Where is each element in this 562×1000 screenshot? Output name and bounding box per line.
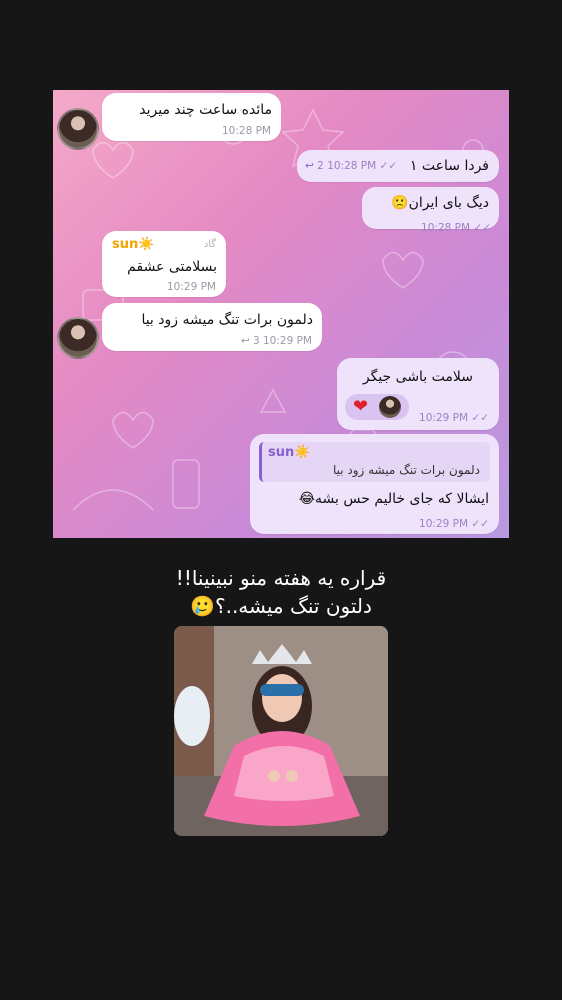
read-check-icon: ✓✓ (471, 412, 489, 424)
message-time: 10:29 PM (419, 412, 469, 424)
message-time: 10:28 PM (327, 160, 377, 172)
message-bubble[interactable]: sun☀️ گاد بسلامتی عشقم 10:29 PM (102, 231, 226, 297)
message-time: 10:28 PM (222, 125, 271, 137)
message-bubble[interactable]: فردا ساعت ۱ ↩ 2 10:28 PM ✓✓ (297, 150, 499, 182)
reply-arrow-icon: ↩ (305, 160, 314, 172)
photo-illustration (174, 626, 388, 836)
message-text: فردا ساعت ۱ (409, 158, 489, 174)
contact-avatar[interactable] (57, 317, 99, 359)
reactor-avatar (379, 396, 401, 418)
message-text: سلامت باشی جیگر (362, 369, 473, 385)
sender-name: sun☀️ (112, 237, 155, 252)
message-time: 10:28 PM (421, 222, 471, 234)
message-time: 10:29 PM (419, 518, 469, 530)
message-bubble[interactable]: سلامت باشی جیگر ❤ 10:29 PM ✓✓ (337, 358, 499, 430)
story-caption-line1: قراره یه هفته منو نبینینا!! (175, 566, 387, 590)
read-check-icon: ✓✓ (379, 160, 398, 172)
message-bubble[interactable]: مائده ساعت چند میرید 10:28 PM (102, 93, 281, 141)
message-meta: ↩ 3 10:29 PM (241, 335, 312, 347)
chat-screenshot: مائده ساعت چند میرید 10:28 PM فردا ساعت … (53, 90, 509, 538)
reaction-chip[interactable]: ❤ (345, 394, 409, 420)
quoted-sender-name: sun☀️ (268, 445, 311, 460)
message-meta: ↩ 2 10:28 PM ✓✓ (305, 160, 397, 172)
message-text: دلمون برات تنگ میشه زود بیا (141, 312, 313, 328)
message-bubble[interactable]: دلمون برات تنگ میشه زود بیا ↩ 3 10:29 PM (102, 303, 322, 351)
read-check-icon: ✓✓ (471, 518, 489, 530)
message-text: دیگ بای ایران🙁 (391, 195, 489, 211)
quoted-text: دلمون برات تنگ میشه زود بیا (332, 463, 480, 477)
message-text: مائده ساعت چند میرید (139, 102, 272, 118)
message-meta: 10:29 PM ✓✓ (419, 518, 489, 530)
read-check-icon: ✓✓ (473, 222, 491, 234)
quoted-reply[interactable]: sun☀️ دلمون برات تنگ میشه زود بیا (259, 442, 490, 482)
message-text: ایشالا که جای خالیم حس بشه😂 (298, 491, 489, 507)
contact-avatar[interactable] (57, 108, 99, 150)
reply-count: 3 (252, 335, 260, 347)
message-bubble[interactable]: دیگ بای ایران🙁 10:28 PM ✓✓ (362, 187, 499, 234)
sender-tag: گاد (203, 239, 216, 250)
message-time: 10:29 PM (167, 281, 216, 293)
message-meta: 10:28 PM ✓✓ (421, 222, 491, 234)
message-time: 10:29 PM (263, 335, 312, 347)
heart-reaction-icon: ❤ (353, 396, 369, 417)
message-text: بسلامتی عشقم (127, 259, 217, 275)
girl-photo (174, 626, 388, 836)
message-bubble[interactable]: sun☀️ دلمون برات تنگ میشه زود بیا ایشالا… (250, 434, 499, 534)
reply-arrow-icon: ↩ (240, 335, 250, 347)
reply-count: 2 (317, 160, 324, 172)
story-caption-line2: دلتون تنگ میشه..؟🥲 (190, 594, 372, 618)
message-meta: 10:29 PM ✓✓ (419, 412, 489, 424)
